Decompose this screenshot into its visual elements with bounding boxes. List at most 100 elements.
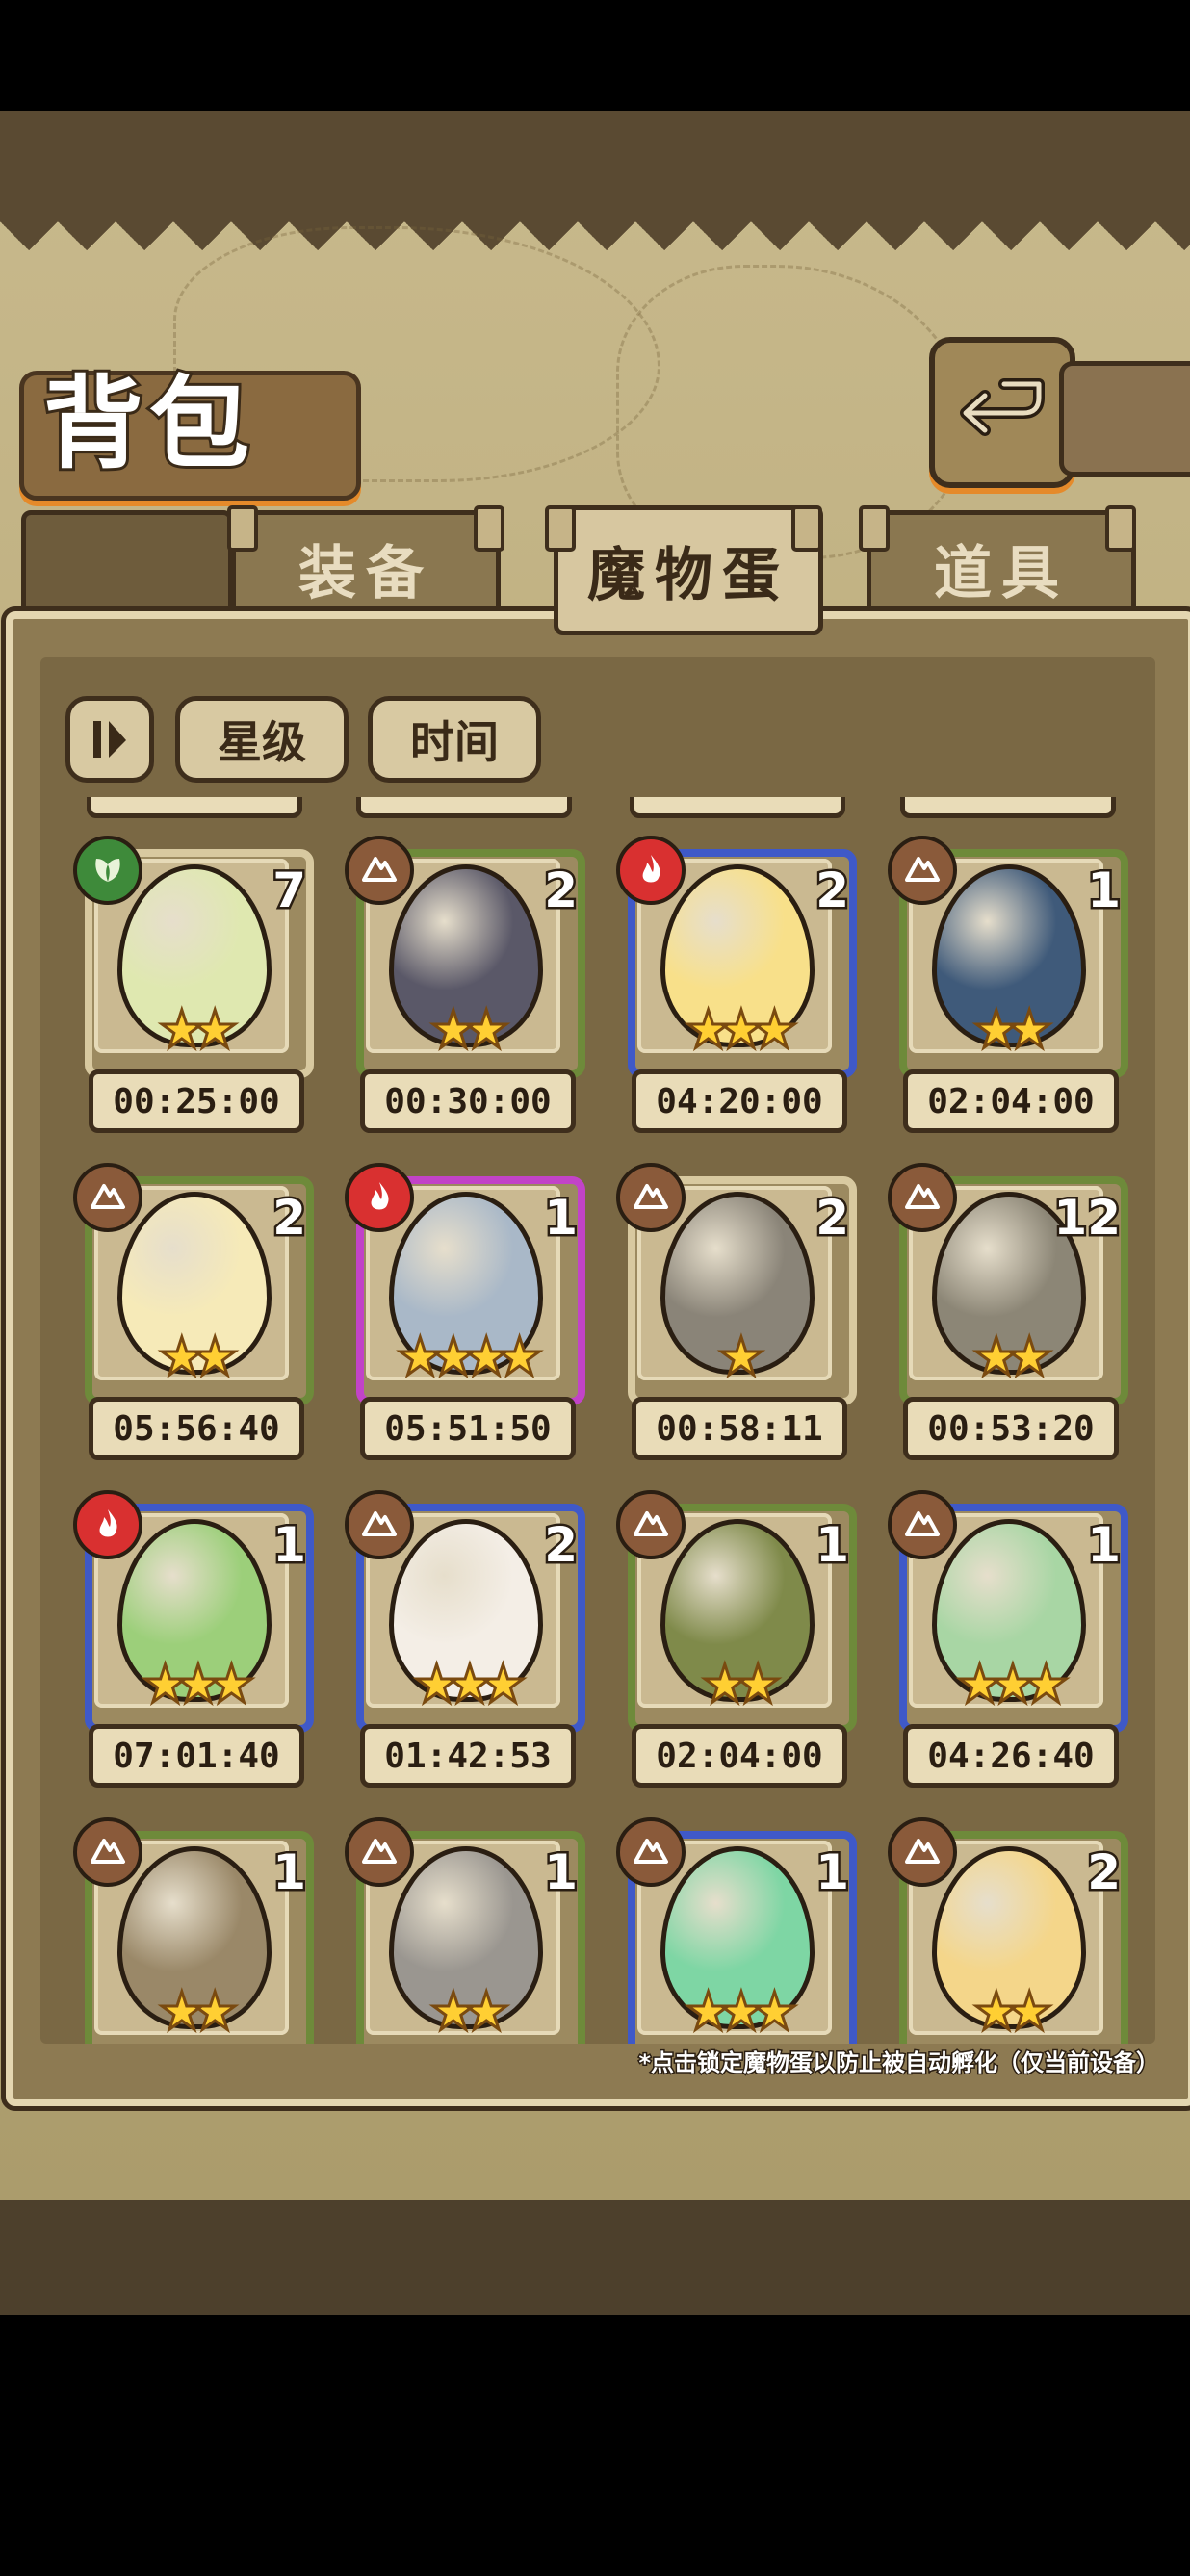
inventory-inner: 星级 时间 7 ★★ 00:25:00 2 ★★ 00:30:00 2 ★★★ … <box>40 657 1155 2044</box>
hatch-timer: 00:58:11 <box>632 1397 847 1460</box>
egg-count: 2 <box>1085 1842 1124 1903</box>
star-rating: ★★★★ <box>396 1326 545 1389</box>
tab-monster-eggs[interactable]: 魔物蛋 <box>554 505 823 635</box>
fire-element-icon <box>616 836 686 905</box>
top-border <box>0 111 1190 255</box>
partial-timer <box>630 797 845 818</box>
star-rating: ★★★ <box>955 1653 1071 1716</box>
back-bar-decoration <box>1059 361 1190 477</box>
egg-count: 1 <box>814 1515 852 1576</box>
lock-hint-note: *点击锁定魔物蛋以防止被自动孵化（仅当前设备） <box>637 2048 1161 2078</box>
tab-post <box>791 505 822 552</box>
back-button[interactable] <box>929 337 1075 488</box>
egg-card[interactable]: 1 ★★★ 04:26:40 <box>888 1490 1155 1827</box>
fire-element-icon <box>345 1163 414 1232</box>
star-rating: ★ <box>716 1326 765 1389</box>
star-rating: ★★ <box>428 1980 511 2044</box>
filter-time-button[interactable]: 时间 <box>368 696 541 783</box>
filter-star-label: 星级 <box>218 716 306 768</box>
tab-items[interactable]: 道具 <box>867 510 1136 626</box>
earth-element-icon <box>345 1817 414 1887</box>
egg-card[interactable]: 1 ★★ 02:04:00 <box>888 836 1155 1172</box>
hatch-timer: 01:42:53 <box>360 1724 576 1788</box>
hatch-timer: 02:04:00 <box>632 1724 847 1788</box>
egg-count: 1 <box>271 1842 309 1903</box>
egg-count: 1 <box>1085 1515 1124 1576</box>
star-rating: ★★ <box>428 998 511 1062</box>
egg-card[interactable]: 2 ★★ <box>888 1817 1155 2044</box>
earth-element-icon <box>345 836 414 905</box>
egg-card[interactable]: 1 ★★ 02:04:00 <box>616 1490 893 1827</box>
egg-count: 1 <box>542 1188 581 1249</box>
egg-card[interactable]: 1 ★★ <box>73 1817 350 2044</box>
star-rating: ★★ <box>971 1326 1054 1389</box>
egg-count: 7 <box>271 861 309 921</box>
egg-count: 2 <box>542 861 581 921</box>
inventory-panel: 星级 时间 7 ★★ 00:25:00 2 ★★ 00:30:00 2 ★★★ … <box>1 606 1190 2111</box>
egg-card[interactable]: 2 ★★★ 04:20:00 <box>616 836 893 1172</box>
egg-card[interactable]: 2 ★★ 00:30:00 <box>345 836 622 1172</box>
egg-count: 1 <box>814 1842 852 1903</box>
filter-star-button[interactable]: 星级 <box>175 696 349 783</box>
hatch-timer: 00:53:20 <box>903 1397 1119 1460</box>
egg-count: 2 <box>271 1188 309 1249</box>
hatch-timer: 05:56:40 <box>89 1397 304 1460</box>
hatch-timer: 05:51:50 <box>360 1397 576 1460</box>
hatch-timer: 04:20:00 <box>632 1069 847 1133</box>
egg-count: 1 <box>271 1515 309 1576</box>
egg-card[interactable]: 1 ★★★ <box>616 1817 893 2044</box>
tab-post <box>474 505 504 552</box>
filter-time-label: 时间 <box>410 716 499 768</box>
hatch-timer: 07:01:40 <box>89 1724 304 1788</box>
sort-order-icon <box>93 721 126 758</box>
partial-timer <box>87 797 302 818</box>
egg-card[interactable]: 2 ★★ 05:56:40 <box>73 1163 350 1500</box>
egg-count: 2 <box>542 1515 581 1576</box>
leaf-element-icon <box>73 836 142 905</box>
sort-toggle-button[interactable] <box>65 696 154 783</box>
egg-count: 12 <box>1051 1188 1124 1249</box>
page-title: 背包 <box>40 361 256 485</box>
hatch-timer: 00:30:00 <box>360 1069 576 1133</box>
star-rating: ★★ <box>971 998 1054 1062</box>
hatch-timer: 00:25:00 <box>89 1069 304 1133</box>
earth-element-icon <box>888 1490 957 1559</box>
egg-count: 1 <box>542 1842 581 1903</box>
bottom-border <box>0 2161 1190 2315</box>
egg-count: 1 <box>1085 861 1124 921</box>
tab-items-label: 道具 <box>934 539 1069 607</box>
hatch-timer: 02:04:00 <box>903 1069 1119 1133</box>
tab-spacer <box>21 510 233 626</box>
egg-card[interactable]: 2 ★★★ 01:42:53 <box>345 1490 622 1827</box>
tab-equipment[interactable]: 装备 <box>231 510 501 626</box>
earth-element-icon <box>616 1490 686 1559</box>
tab-post <box>859 505 890 552</box>
egg-count: 2 <box>814 1188 852 1249</box>
egg-grid: 7 ★★ 00:25:00 2 ★★ 00:30:00 2 ★★★ 04:20:… <box>40 797 1155 2044</box>
tab-monster-eggs-label: 魔物蛋 <box>587 542 789 609</box>
egg-card[interactable]: 1 ★★ <box>345 1817 622 2044</box>
egg-card[interactable]: 12 ★★ 00:53:20 <box>888 1163 1155 1500</box>
star-rating: ★★ <box>157 998 240 1062</box>
star-rating: ★★ <box>157 1326 240 1389</box>
egg-card[interactable]: 2 ★ 00:58:11 <box>616 1163 893 1500</box>
earth-element-icon <box>616 1163 686 1232</box>
star-rating: ★★★ <box>684 1980 799 2044</box>
star-rating: ★★ <box>700 1653 783 1716</box>
earth-element-icon <box>345 1490 414 1559</box>
back-arrow-icon <box>960 377 1045 436</box>
star-rating: ★★★ <box>684 998 799 1062</box>
tab-post <box>545 505 576 552</box>
egg-count: 2 <box>814 861 852 921</box>
tab-post <box>1105 505 1136 552</box>
egg-card[interactable]: 7 ★★ 00:25:00 <box>73 836 350 1172</box>
earth-element-icon <box>616 1817 686 1887</box>
hatch-timer: 04:26:40 <box>903 1724 1119 1788</box>
egg-card[interactable]: 1 ★★★★ 05:51:50 <box>345 1163 622 1500</box>
fire-element-icon <box>73 1490 142 1559</box>
star-rating: ★★ <box>971 1980 1054 2044</box>
egg-card[interactable]: 1 ★★★ 07:01:40 <box>73 1490 350 1827</box>
tab-post <box>227 505 258 552</box>
partial-timer <box>356 797 572 818</box>
earth-element-icon <box>73 1817 142 1887</box>
